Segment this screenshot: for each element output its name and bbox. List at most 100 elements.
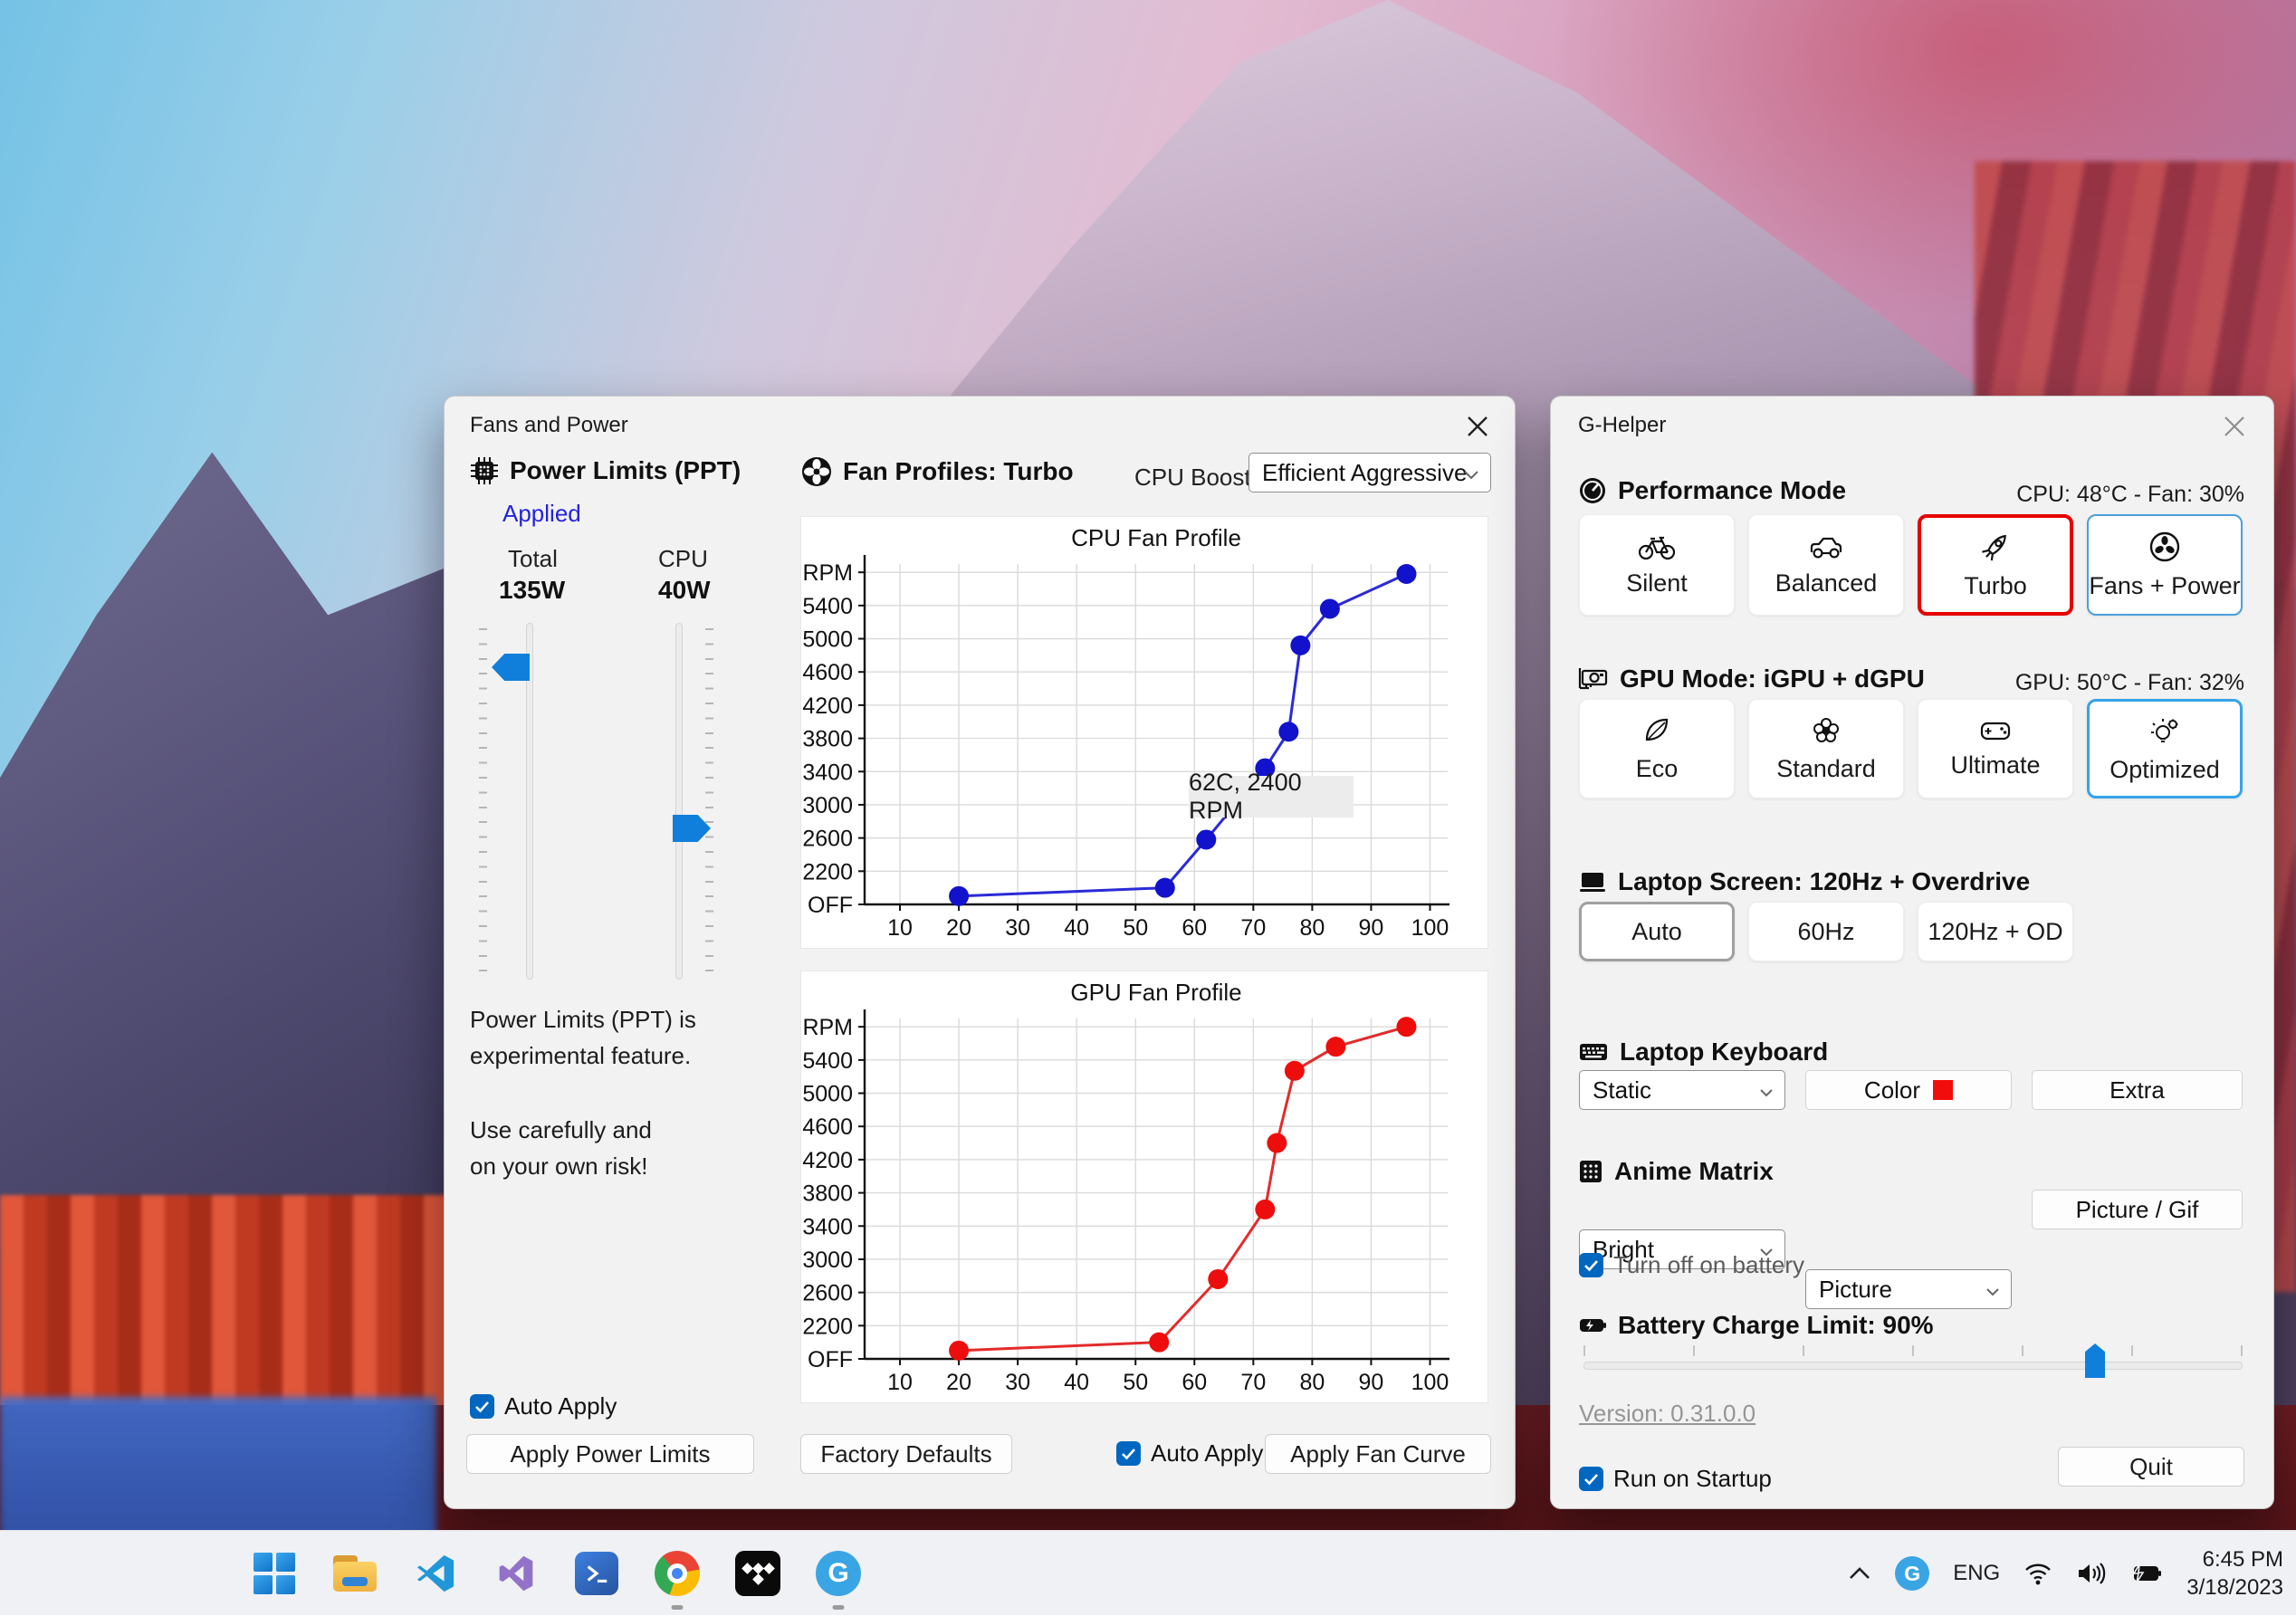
mode-label: Silent xyxy=(1626,569,1688,598)
cpu-label: CPU xyxy=(658,545,708,573)
keyboard-mode-dropdown[interactable]: Static xyxy=(1579,1070,1785,1110)
wifi-icon[interactable] xyxy=(2023,1562,2052,1585)
apply-fan-curve-button[interactable]: Apply Fan Curve xyxy=(1265,1434,1491,1474)
total-slider-ticks xyxy=(479,628,487,978)
version-link[interactable]: Version: 0.31.0.0 xyxy=(1579,1400,1755,1428)
turn-off-on-battery-checkbox[interactable]: Turn off on battery xyxy=(1579,1251,1804,1279)
gpu-mode-eco-button[interactable]: Eco xyxy=(1579,699,1735,798)
keyboard-color-button[interactable]: Color xyxy=(1805,1070,2012,1110)
perf-mode-balanced-button[interactable]: Balanced xyxy=(1748,514,1904,616)
file-explorer-button[interactable] xyxy=(327,1545,383,1602)
quit-button[interactable]: Quit xyxy=(2058,1447,2244,1487)
mode-label: Auto xyxy=(1631,918,1682,946)
rocket-icon xyxy=(1979,531,2012,563)
file-explorer-icon xyxy=(333,1555,377,1592)
gpu-fan-profile-chart[interactable]: GPU Fan Profile102030405060708090100OFF2… xyxy=(801,971,1489,1404)
battery-limit-heading-row: Battery Charge Limit: 90% xyxy=(1578,1311,1934,1340)
auto-apply-power-checkbox[interactable]: Auto Apply xyxy=(470,1392,617,1420)
svg-text:OFF: OFF xyxy=(808,893,853,918)
windows-start-icon xyxy=(254,1553,295,1594)
cpu-slider-track[interactable] xyxy=(675,623,683,980)
svg-text:90: 90 xyxy=(1359,915,1384,941)
battery-limit-heading: Battery Charge Limit: 90% xyxy=(1618,1311,1934,1340)
perf-mode-silent-button[interactable]: Silent xyxy=(1579,514,1735,616)
color-button-label: Color xyxy=(1864,1076,1920,1104)
system-tray: G ENG 6:45 PM 3/18/2023 xyxy=(1848,1531,2283,1616)
bicycle-icon xyxy=(1639,533,1675,560)
keyboard-extra-button[interactable]: Extra xyxy=(2032,1070,2243,1110)
svg-text:CPU Fan Profile: CPU Fan Profile xyxy=(1071,524,1241,551)
volume-icon[interactable] xyxy=(2076,1561,2107,1586)
visual-studio-button[interactable] xyxy=(488,1545,544,1602)
powershell-button[interactable] xyxy=(569,1545,625,1602)
screen-auto-button[interactable]: Auto xyxy=(1579,902,1735,961)
fan-outline-icon xyxy=(2148,531,2181,563)
perf-mode-turbo-button[interactable]: Turbo xyxy=(1918,514,2073,616)
g-helper-tray-icon[interactable]: G xyxy=(1895,1556,1929,1591)
gpu-fan-chart-card: GPU Fan Profile102030405060708090100OFF2… xyxy=(800,971,1488,1403)
total-slider-handle[interactable] xyxy=(492,654,530,681)
g-helper-taskbar-button[interactable]: G xyxy=(810,1545,866,1602)
gpu-card-icon xyxy=(1578,666,1609,692)
anime-matrix-heading-row: Anime Matrix xyxy=(1578,1157,1774,1186)
close-button[interactable] xyxy=(1462,411,1493,442)
svg-text:20: 20 xyxy=(946,1370,971,1395)
svg-text:80: 80 xyxy=(1299,1370,1325,1395)
anime-mode-dropdown[interactable]: Picture xyxy=(1805,1269,2012,1309)
gauge-icon xyxy=(1578,476,1607,505)
language-indicator[interactable]: ENG xyxy=(1953,1561,2000,1586)
chrome-button[interactable] xyxy=(649,1545,705,1602)
fan-curve-tooltip: 62C, 2400 RPM xyxy=(1189,776,1354,818)
turn-off-on-battery-label: Turn off on battery xyxy=(1613,1251,1804,1279)
start-button[interactable] xyxy=(246,1545,302,1602)
gpu-mode-standard-button[interactable]: Standard xyxy=(1748,699,1904,798)
apply-power-limits-button[interactable]: Apply Power Limits xyxy=(466,1434,754,1474)
color-swatch xyxy=(1933,1080,1953,1100)
performance-mode-heading: Performance Mode xyxy=(1618,476,1846,505)
perf-mode-fans-power-button[interactable]: Fans + Power xyxy=(2087,514,2243,616)
svg-text:3000: 3000 xyxy=(802,793,853,818)
battery-charging-icon[interactable] xyxy=(2130,1563,2163,1584)
svg-text:5400: 5400 xyxy=(802,1048,853,1074)
battery-slider-track[interactable] xyxy=(1583,1362,2243,1370)
battery-slider-ticks xyxy=(1583,1345,2243,1356)
laptop-screen-heading-row: Laptop Screen: 120Hz + Overdrive xyxy=(1578,867,2030,896)
tray-clock[interactable]: 6:45 PM 3/18/2023 xyxy=(2186,1545,2283,1602)
factory-defaults-button[interactable]: Factory Defaults xyxy=(800,1434,1012,1474)
monitor-icon xyxy=(1578,870,1607,894)
close-button[interactable] xyxy=(2219,411,2250,442)
window-title: G-Helper xyxy=(1578,413,1666,438)
auto-apply-curve-label: Auto Apply xyxy=(1151,1439,1263,1468)
screen-120hz-od-button[interactable]: 120Hz + OD xyxy=(1918,902,2073,961)
power-limits-heading: Power Limits (PPT) xyxy=(510,456,741,485)
car-icon xyxy=(1808,533,1844,560)
svg-text:10: 10 xyxy=(887,1370,913,1395)
chevron-down-icon xyxy=(1463,459,1479,487)
checkbox-checked-icon xyxy=(1116,1441,1141,1466)
mode-label: Standard xyxy=(1776,755,1876,783)
screen-60hz-button[interactable]: 60Hz xyxy=(1748,902,1904,961)
gpu-mode-ultimate-button[interactable]: Ultimate xyxy=(1918,699,2073,798)
tray-date: 3/18/2023 xyxy=(2186,1573,2283,1602)
cpu-fan-profile-chart[interactable]: CPU Fan Profile102030405060708090100OFF2… xyxy=(801,517,1489,950)
picture-gif-label: Picture / Gif xyxy=(2076,1196,2199,1224)
powershell-icon xyxy=(575,1552,618,1595)
chevron-down-icon xyxy=(1985,1276,2000,1304)
anime-picture-gif-button[interactable]: Picture / Gif xyxy=(2032,1190,2243,1229)
fan-profiles-heading: Fan Profiles: Turbo xyxy=(843,457,1074,486)
cpu-boost-dropdown[interactable]: Efficient Aggressive xyxy=(1248,453,1491,492)
gpu-mode-optimized-button[interactable]: Optimized xyxy=(2087,699,2243,798)
auto-apply-curve-checkbox[interactable]: Auto Apply xyxy=(1116,1439,1263,1468)
run-on-startup-checkbox[interactable]: Run on Startup xyxy=(1579,1465,1772,1493)
svg-text:80: 80 xyxy=(1299,915,1325,941)
tray-chevron-up-icon[interactable] xyxy=(1848,1566,1871,1581)
tidal-button[interactable] xyxy=(730,1545,786,1602)
svg-text:90: 90 xyxy=(1359,1370,1384,1395)
run-on-startup-label: Run on Startup xyxy=(1613,1465,1772,1493)
gamepad-icon xyxy=(1979,719,2012,742)
vscode-button[interactable] xyxy=(407,1545,464,1602)
svg-text:4600: 4600 xyxy=(802,660,853,685)
svg-text:3400: 3400 xyxy=(802,1214,853,1239)
svg-text:40: 40 xyxy=(1064,915,1089,941)
mode-label: Optimized xyxy=(2109,756,2220,784)
